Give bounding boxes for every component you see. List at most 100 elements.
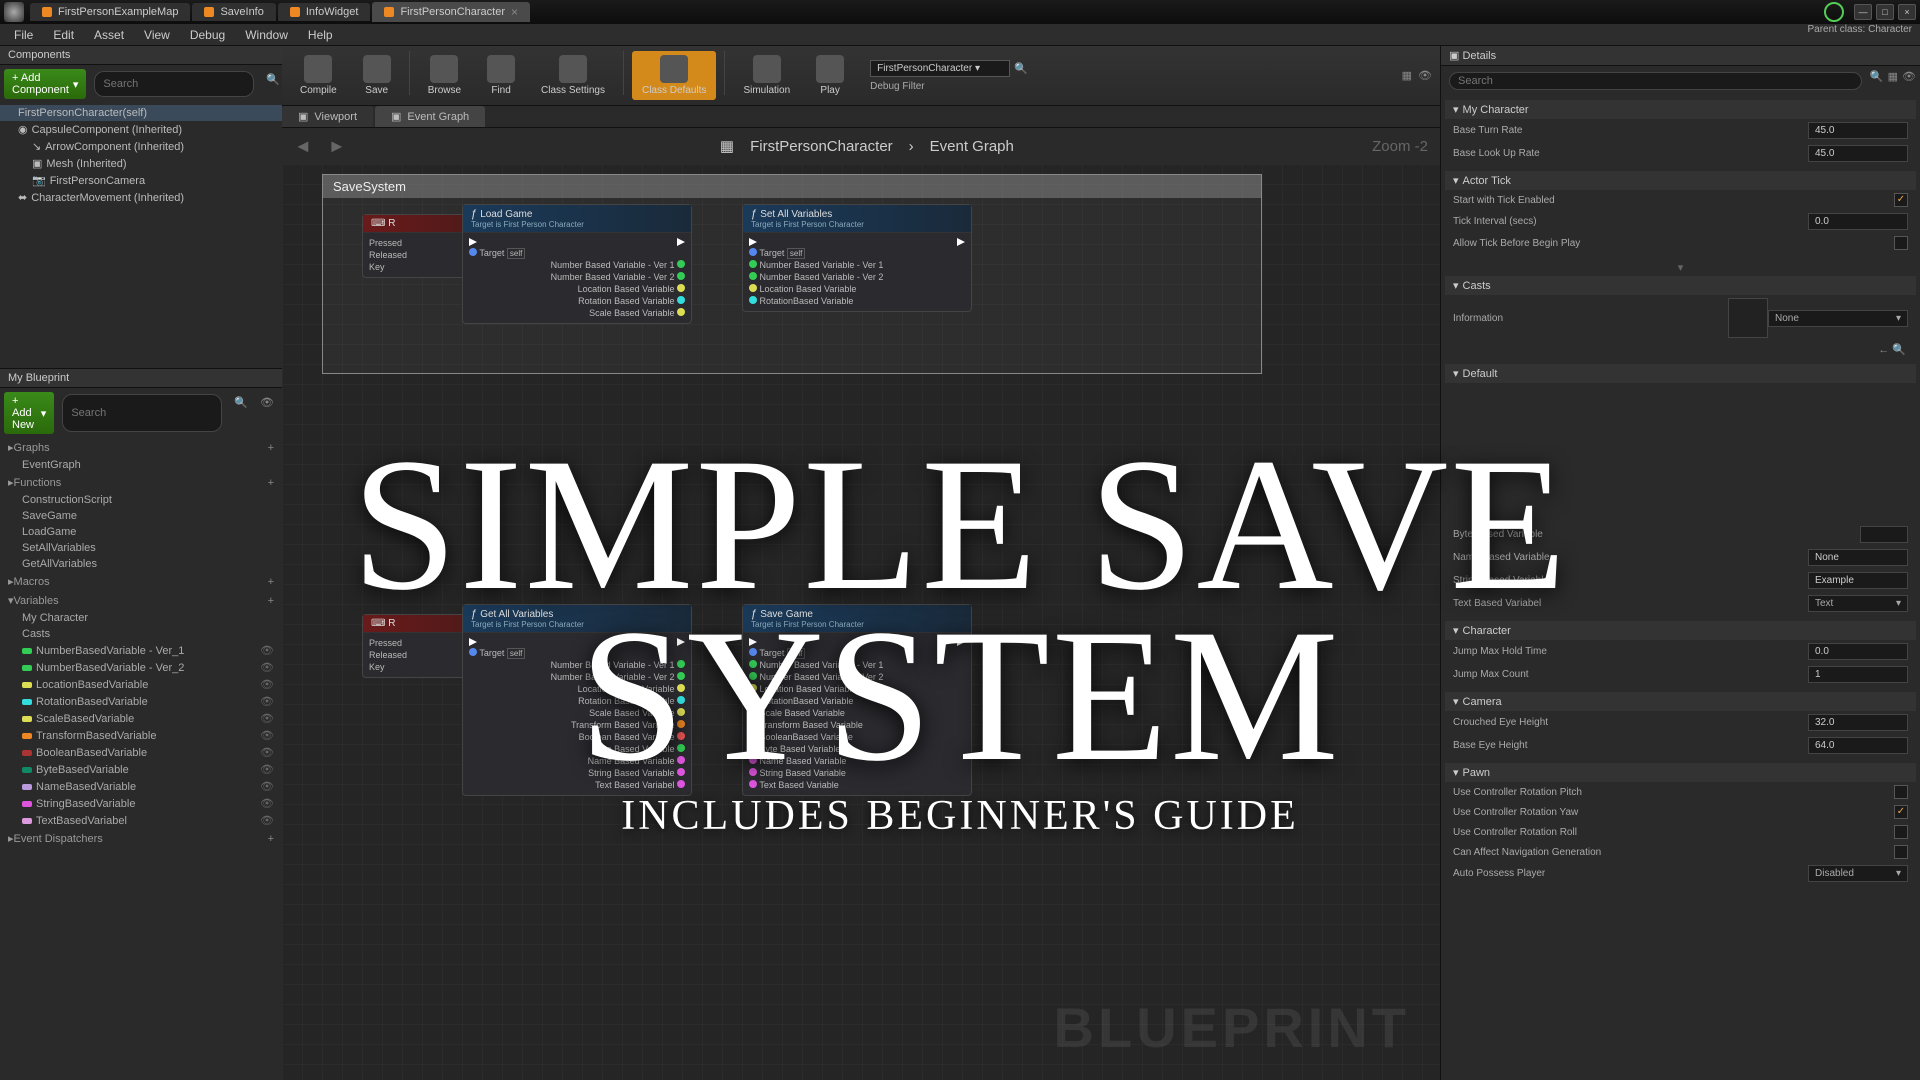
breadcrumb-graph[interactable]: Event Graph <box>930 138 1014 155</box>
tab-map[interactable]: FirstPersonExampleMap <box>30 3 190 21</box>
variable-item[interactable]: StringBasedVariable👁 <box>0 795 282 812</box>
add-variable-button[interactable]: + <box>268 595 274 607</box>
component-camera[interactable]: 📷FirstPersonCamera <box>0 172 282 189</box>
debug-object-dropdown[interactable]: FirstPersonCharacter ▾ <box>870 60 1010 77</box>
toolbar-compile[interactable]: Compile <box>290 51 347 100</box>
input-base-look[interactable] <box>1808 145 1908 162</box>
variable-item[interactable]: TransformBasedVariable👁 <box>0 727 282 744</box>
node-pin-row[interactable]: Text Based Variable <box>749 779 965 791</box>
node-pin-row[interactable]: RotationBased Variable <box>749 295 965 307</box>
func-setall[interactable]: SetAllVariables <box>0 540 282 556</box>
tab-eventgraph[interactable]: ▣Event Graph <box>375 106 485 127</box>
menu-window[interactable]: Window <box>235 26 298 44</box>
nav-back-icon[interactable]: ◄ <box>294 136 312 157</box>
browse-icon[interactable]: 🔍 <box>1892 344 1906 356</box>
event-graph-canvas[interactable]: SaveSystem ⌨ R Pressed Released Key ƒ Lo… <box>282 164 1440 1080</box>
dropdown-auto-possess[interactable]: Disabled▾ <box>1808 865 1908 882</box>
section-actortick[interactable]: ▾Actor Tick <box>1445 171 1916 190</box>
node-getall[interactable]: ƒ Get All VariablesTarget is First Perso… <box>462 604 692 796</box>
tab-infowidget[interactable]: InfoWidget <box>278 3 371 21</box>
node-pin-row[interactable]: Name Based Variable <box>749 755 965 767</box>
input-base-eye[interactable] <box>1808 737 1908 754</box>
node-pin-row[interactable]: Name Based Variable <box>469 755 685 767</box>
node-pin-row[interactable]: Number Based Variable - Ver 1 <box>469 259 685 271</box>
node-pin-row[interactable]: Scale Based Variable <box>469 707 685 719</box>
variable-item[interactable]: RotationBasedVariable👁 <box>0 693 282 710</box>
node-pin-row[interactable]: Location Based Variable <box>749 283 965 295</box>
input-name[interactable] <box>1808 549 1908 566</box>
dropdown-casts[interactable]: None▾ <box>1768 310 1908 327</box>
view-options-icon[interactable]: ▦ <box>1888 70 1898 92</box>
node-pin-row[interactable]: Location Based Variable <box>749 683 965 695</box>
node-pin-row[interactable]: Number Based Variable - Ver 1 <box>749 259 965 271</box>
var-group-casts[interactable]: Casts <box>0 626 282 642</box>
node-pin-row[interactable]: Number Based Variable - Ver 1 <box>749 659 965 671</box>
toolbar-browse[interactable]: Browse <box>418 51 471 100</box>
checkbox-tick-allow[interactable] <box>1894 236 1908 250</box>
input-string[interactable] <box>1808 572 1908 589</box>
menu-asset[interactable]: Asset <box>84 26 134 44</box>
section-mycharacter[interactable]: ▾My Character <box>1445 100 1916 119</box>
close-icon[interactable]: × <box>511 5 518 19</box>
node-pin-row[interactable]: Number Based Variable - Ver 2 <box>749 671 965 683</box>
var-group-mychar[interactable]: My Character <box>0 610 282 626</box>
add-component-button[interactable]: + Add Component▾ <box>4 69 86 99</box>
toolbar-class-settings[interactable]: Class Settings <box>531 51 615 100</box>
component-root[interactable]: FirstPersonCharacter(self) <box>0 105 282 121</box>
menu-view[interactable]: View <box>134 26 180 44</box>
node-pin-row[interactable]: Rotation Based Variable <box>469 695 685 707</box>
toolbar-class-defaults[interactable]: Class Defaults <box>632 51 716 100</box>
add-function-button[interactable]: + <box>268 477 274 489</box>
menu-file[interactable]: File <box>4 26 43 44</box>
eye-icon[interactable]: 👁 <box>260 678 274 691</box>
components-search-input[interactable] <box>94 71 254 97</box>
func-load[interactable]: LoadGame <box>0 524 282 540</box>
eye-icon[interactable]: 👁 <box>260 712 274 725</box>
variable-item[interactable]: ByteBasedVariable👁 <box>0 761 282 778</box>
component-movement[interactable]: ⬌CharacterMovement (Inherited) <box>0 189 282 206</box>
toolbar-save[interactable]: Save <box>353 51 401 100</box>
eye-icon[interactable]: 👁 <box>260 661 274 674</box>
input-crouch-eye[interactable] <box>1808 714 1908 731</box>
eye-icon[interactable]: 👁 <box>260 729 274 742</box>
asset-thumbnail[interactable] <box>1728 298 1768 338</box>
node-loadgame[interactable]: ƒ Load GameTarget is First Person Charac… <box>462 204 692 324</box>
node-pin-row[interactable]: Transform Based Variable <box>749 719 965 731</box>
parent-class-link[interactable]: Character <box>1868 24 1912 35</box>
blueprint-search-input[interactable] <box>62 394 222 432</box>
node-pin-row[interactable]: Number Based Variable - Ver 2 <box>469 271 685 283</box>
nav-back-icon[interactable]: ← <box>1878 344 1889 356</box>
graph-eventgraph[interactable]: EventGraph <box>0 457 282 473</box>
comment-title[interactable]: SaveSystem <box>323 175 1261 198</box>
graphs-section[interactable]: ▸Graphs+ <box>0 438 282 457</box>
eye-icon[interactable]: 👁 <box>260 695 274 708</box>
search-icon[interactable]: 🔍 <box>1870 70 1884 92</box>
eye-icon[interactable]: 👁 <box>260 763 274 776</box>
eye-icon[interactable]: 👁 <box>260 746 274 759</box>
checkbox-tick-enabled[interactable] <box>1894 193 1908 207</box>
node-pin-row[interactable]: Transform Based Variable <box>469 719 685 731</box>
node-pin-row[interactable]: Byte Based Variable <box>469 743 685 755</box>
functions-section[interactable]: ▸Functions+ <box>0 473 282 492</box>
input-base-turn[interactable] <box>1808 122 1908 139</box>
input-jump-hold[interactable] <box>1808 643 1908 660</box>
node-pin-row[interactable]: Number Based Variable - Ver 2 <box>469 671 685 683</box>
toolbar-simulation[interactable]: Simulation <box>733 51 800 100</box>
view-options-icon[interactable]: 👁 <box>256 392 278 434</box>
node-pin-row[interactable]: Rotation Based Variable <box>469 295 685 307</box>
node-pin-row[interactable]: Number Based Variable - Ver 1 <box>469 659 685 671</box>
breadcrumb-class[interactable]: FirstPersonCharacter <box>750 138 893 155</box>
node-pin-row[interactable]: Location Based Variable <box>469 683 685 695</box>
add-dispatcher-button[interactable]: + <box>268 833 274 845</box>
tab-saveinfo[interactable]: SaveInfo <box>192 3 275 21</box>
locate-debug-icon[interactable]: 🔍 <box>1014 62 1028 75</box>
menu-debug[interactable]: Debug <box>180 26 235 44</box>
macros-section[interactable]: ▸Macros+ <box>0 572 282 591</box>
tab-fpc[interactable]: FirstPersonCharacter× <box>372 2 530 22</box>
eye-icon[interactable]: 👁 <box>1902 70 1916 92</box>
node-pin-row[interactable]: String Based Variable <box>469 767 685 779</box>
add-graph-button[interactable]: + <box>268 442 274 454</box>
variable-item[interactable]: ScaleBasedVariable👁 <box>0 710 282 727</box>
maximize-button[interactable]: □ <box>1876 4 1894 20</box>
tab-viewport[interactable]: ▣Viewport <box>282 106 373 127</box>
